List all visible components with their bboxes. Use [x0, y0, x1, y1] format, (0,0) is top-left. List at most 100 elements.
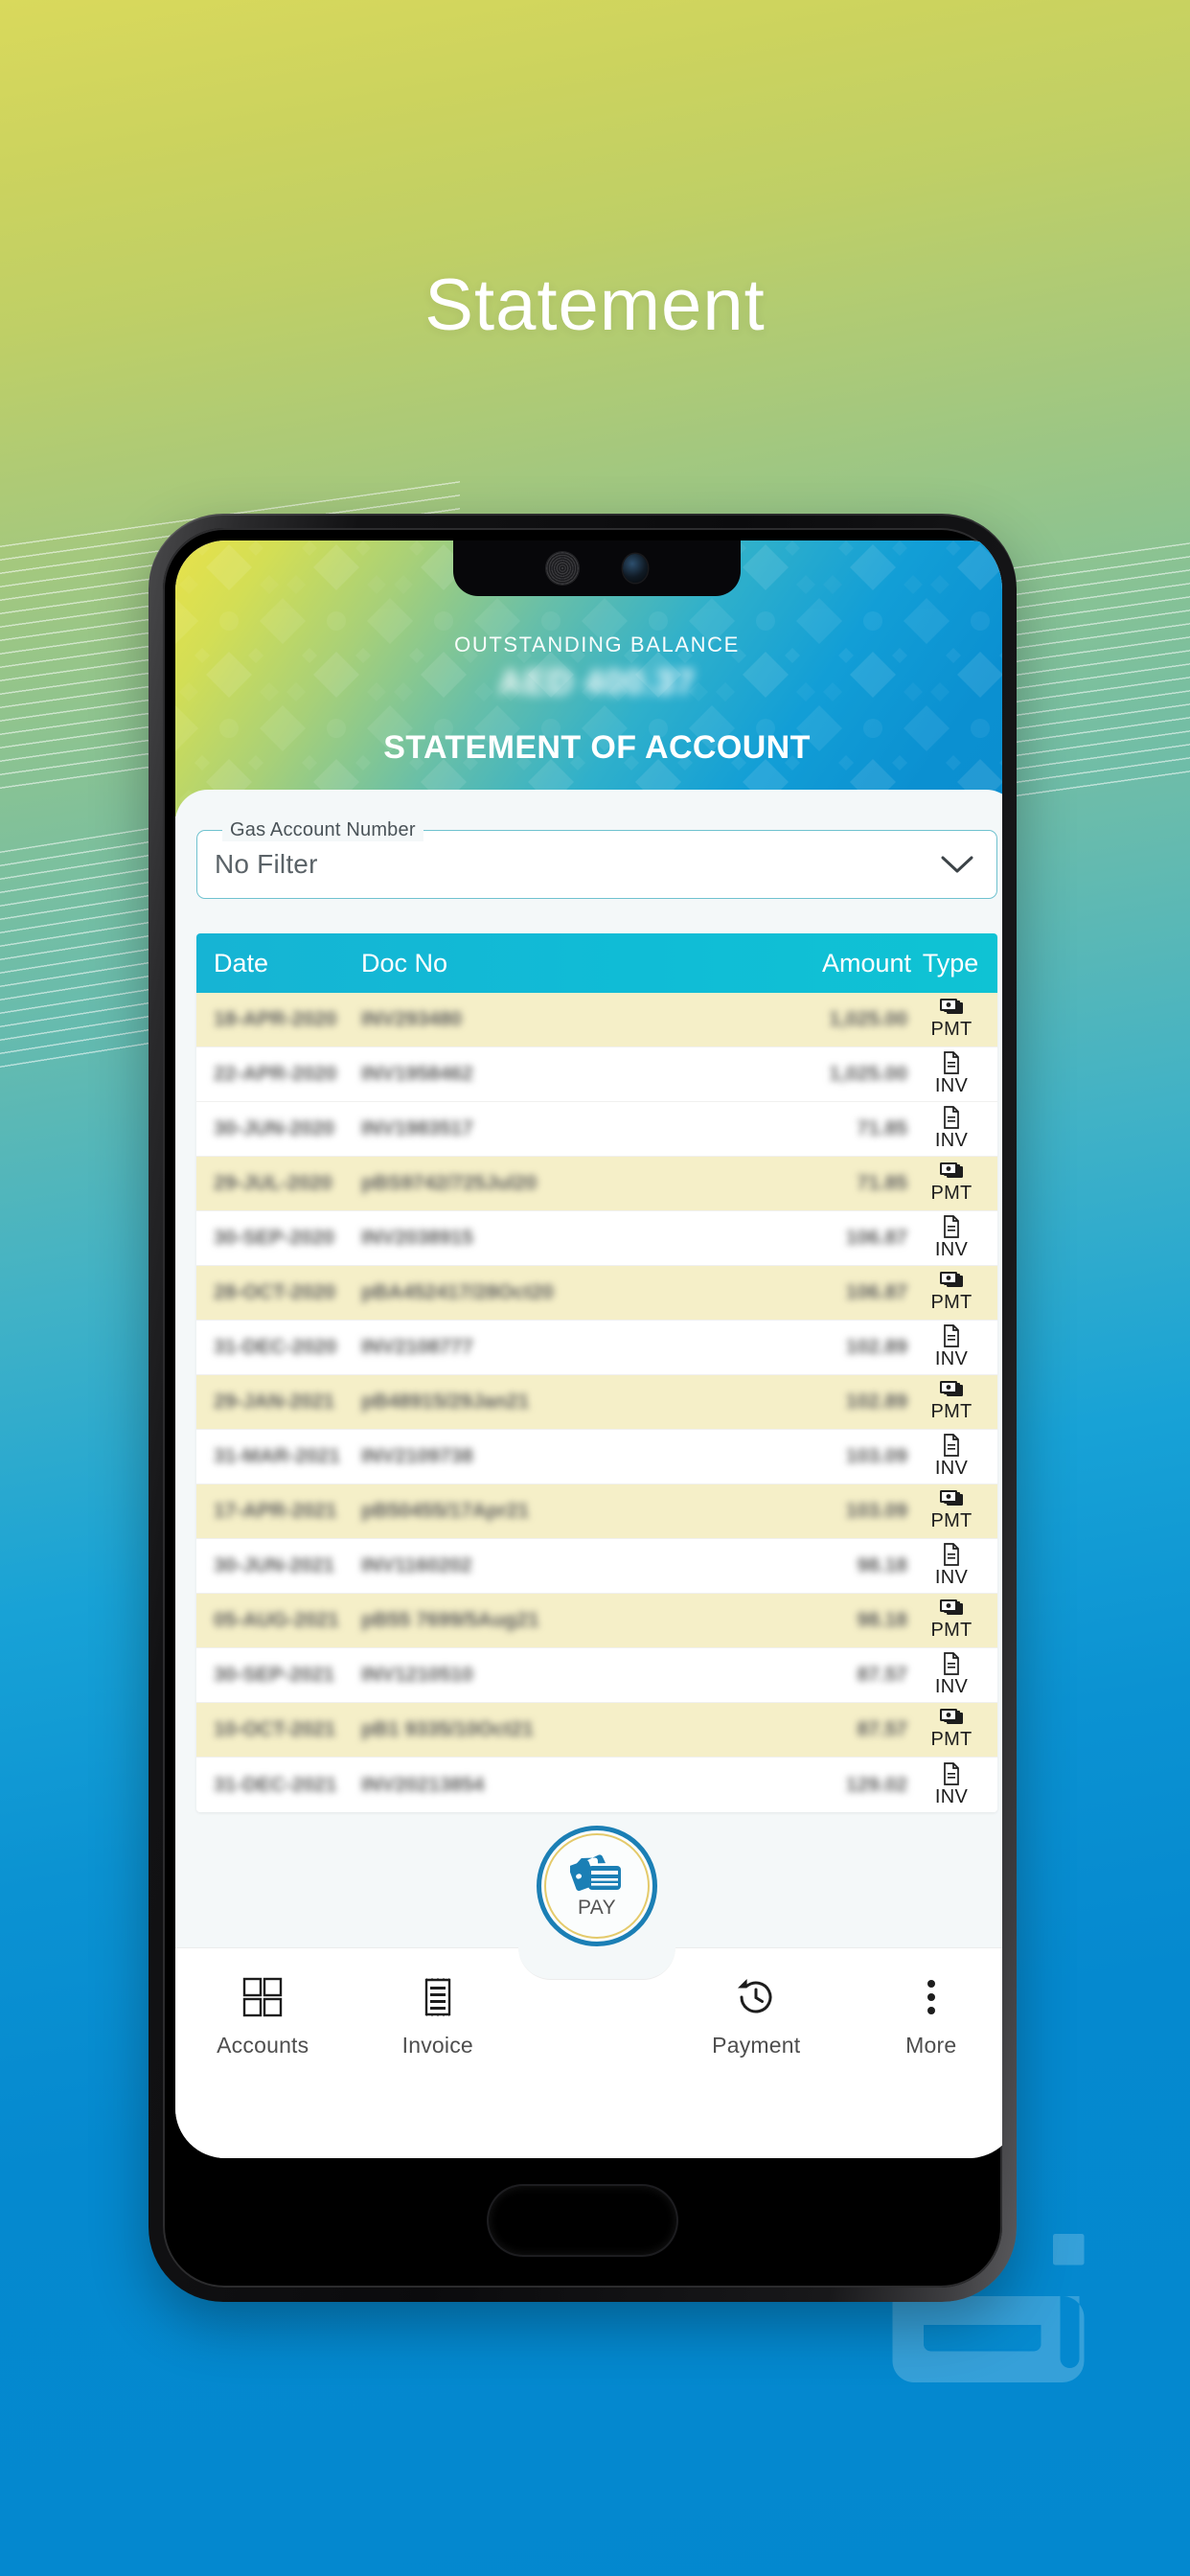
cell-type: INV [915, 1761, 997, 1808]
table-row[interactable]: 29-JUL-2020 pBS9742/725Jul20 71.85 PMT [196, 1157, 997, 1211]
type-label: PMT [930, 1620, 973, 1641]
nav-label-more: More [905, 2033, 957, 2058]
statement-body-card: Gas Account Number No Filter Date Doc No [175, 790, 1002, 1984]
type-label: INV [934, 1130, 969, 1151]
cell-date: 17-APR-2021 [214, 1500, 337, 1522]
cell-doc-no: pBA452417/28Oct20 [361, 1281, 554, 1303]
cell-doc-no: pB50455/17Apr21 [361, 1500, 530, 1522]
receipt-icon [424, 1978, 450, 2016]
cell-date: 30-SEP-2020 [214, 1227, 335, 1249]
cell-amount: 87.57 [857, 1718, 907, 1740]
cell-doc-no: INV2108777 [361, 1336, 473, 1358]
table-row[interactable]: 30-JUN-2021 INV1160202 98.18 INV [196, 1539, 997, 1594]
table-row[interactable]: 30-SEP-2021 INV1210510 87.57 INV [196, 1648, 997, 1703]
cell-doc-no: INV2038915 [361, 1227, 473, 1249]
column-header-date: Date [214, 948, 269, 978]
cell-amount: 87.57 [857, 1664, 907, 1686]
table-row[interactable]: 17-APR-2021 pB50455/17Apr21 103.09 PMT [196, 1484, 997, 1539]
statement-table: Date Doc No Amount Type 18-APR-2020 INV29… [196, 933, 997, 1812]
cell-amount: 98.18 [857, 1554, 907, 1576]
banknotes-icon [940, 1709, 963, 1724]
cell-amount: 1,025.00 [829, 1063, 907, 1085]
table-row[interactable]: 28-OCT-2020 pBA452417/28Oct20 106.87 PMT [196, 1266, 997, 1321]
banknotes-icon [940, 1490, 963, 1506]
table-row[interactable]: 22-APR-2020 INV1958462 1,025.00 INV [196, 1047, 997, 1102]
nav-item-payment[interactable]: Payment [669, 1975, 844, 2058]
table-row[interactable]: 30-SEP-2020 INV2038915 106.87 INV [196, 1211, 997, 1266]
cell-amount: 129.02 [845, 1773, 907, 1796]
cell-date: 05-AUG-2021 [214, 1609, 339, 1631]
type-label: PMT [930, 1019, 973, 1040]
table-row[interactable]: 30-JUN-2020 INV1983517 71.85 INV [196, 1102, 997, 1157]
banknotes-icon [940, 1162, 963, 1178]
nav-item-more[interactable]: More [844, 1975, 1003, 2058]
credit-cards-icon [570, 1853, 621, 1891]
cell-doc-no: pBS9742/725Jul20 [361, 1172, 538, 1194]
banknotes-icon [940, 999, 963, 1014]
cell-amount: 103.09 [845, 1445, 907, 1467]
table-row[interactable]: 31-DEC-2020 INV2108777 102.89 INV [196, 1321, 997, 1375]
cell-amount: 106.87 [845, 1281, 907, 1303]
chevron-down-icon[interactable] [941, 855, 973, 874]
type-label: PMT [930, 1510, 973, 1531]
cell-date: 29-JUL-2020 [214, 1172, 332, 1194]
cell-type: PMT [915, 1162, 997, 1205]
outstanding-balance-label: OUTSTANDING BALANCE [454, 632, 740, 656]
pay-button-label: PAY [577, 1896, 617, 1919]
cell-doc-no: INV293480 [361, 1008, 463, 1030]
type-label: INV [934, 1239, 969, 1260]
type-label: PMT [930, 1729, 973, 1750]
cell-type: PMT [915, 999, 997, 1041]
speaker-grille-icon [546, 552, 579, 585]
type-label: INV [934, 1676, 969, 1697]
nav-item-invoice[interactable]: Invoice [351, 1975, 526, 2058]
cell-type: INV [915, 1543, 997, 1589]
cell-type: INV [915, 1324, 997, 1370]
nav-label-payment: Payment [712, 2033, 801, 2058]
table-row[interactable]: 31-MAR-2021 INV2109738 103.09 INV [196, 1430, 997, 1484]
cell-type: PMT [915, 1272, 997, 1314]
cell-type: INV [915, 1051, 997, 1097]
nav-label-invoice: Invoice [401, 2033, 473, 2058]
three-dots-vertical-icon [927, 1980, 935, 2014]
cell-amount: 106.87 [845, 1227, 907, 1249]
cell-date: 29-JAN-2021 [214, 1391, 335, 1413]
phone-device-inner: OUTSTANDING BALANCE AED 400.37 STATEMENT… [163, 528, 1002, 2288]
gas-account-filter-label: Gas Account Number [222, 819, 423, 841]
page-backdrop: Statement OUTSTANDING BALANCE AED 400.37… [0, 0, 1190, 2576]
type-label: PMT [930, 1292, 973, 1313]
cell-amount: 103.09 [845, 1500, 907, 1522]
cell-type: PMT [915, 1490, 997, 1532]
cell-doc-no: INV1210510 [361, 1664, 473, 1686]
type-label: INV [934, 1567, 969, 1588]
table-row[interactable]: 29-JAN-2021 pB48915/29Jan21 102.89 PMT [196, 1375, 997, 1430]
cell-type: INV [915, 1106, 997, 1152]
table-row[interactable]: 05-AUG-2021 pB55 7699/5Aug21 98.18 PMT [196, 1594, 997, 1648]
table-row[interactable]: 10-OCT-2021 pB1 9335/10Oct21 87.57 PMT [196, 1703, 997, 1758]
pay-button[interactable]: PAY [537, 1826, 657, 1946]
type-label: PMT [930, 1401, 973, 1422]
home-button[interactable] [489, 2186, 676, 2255]
banknotes-icon [940, 1599, 963, 1615]
table-body: 18-APR-2020 INV293480 1,025.00 PMT 22-APR-2… [196, 993, 997, 1812]
banknotes-icon [940, 1381, 963, 1396]
cell-doc-no: INV1983517 [361, 1117, 473, 1139]
cell-date: 31-MAR-2021 [214, 1445, 340, 1467]
outstanding-balance-amount: AED 400.37 [497, 662, 697, 702]
cell-amount: 1,025.00 [829, 1008, 907, 1030]
cell-date: 28-OCT-2020 [214, 1281, 336, 1303]
type-label: INV [934, 1785, 969, 1807]
bottom-nav-fab-notch [518, 1947, 675, 1980]
nav-item-accounts[interactable]: Accounts [175, 1975, 351, 2058]
cell-doc-no: pB48915/29Jan21 [361, 1391, 530, 1413]
document-icon [944, 1761, 959, 1785]
table-row[interactable]: 31-DEC-2021 INV20213854 129.02 INV [196, 1758, 997, 1812]
table-row[interactable]: 18-APR-2020 INV293480 1,025.00 PMT [196, 993, 997, 1047]
cell-doc-no: pB1 9335/10Oct21 [361, 1718, 534, 1740]
cell-doc-no: INV20213854 [361, 1773, 485, 1796]
cell-type: INV [915, 1652, 997, 1698]
bottom-navigation-bar: Accounts Invoice Payment More [175, 1947, 1002, 2158]
gas-account-select[interactable]: Gas Account Number No Filter [196, 819, 997, 899]
phone-screen: OUTSTANDING BALANCE AED 400.37 STATEMENT… [175, 540, 1002, 2158]
pay-fab-zone: PAY [196, 1812, 997, 1946]
